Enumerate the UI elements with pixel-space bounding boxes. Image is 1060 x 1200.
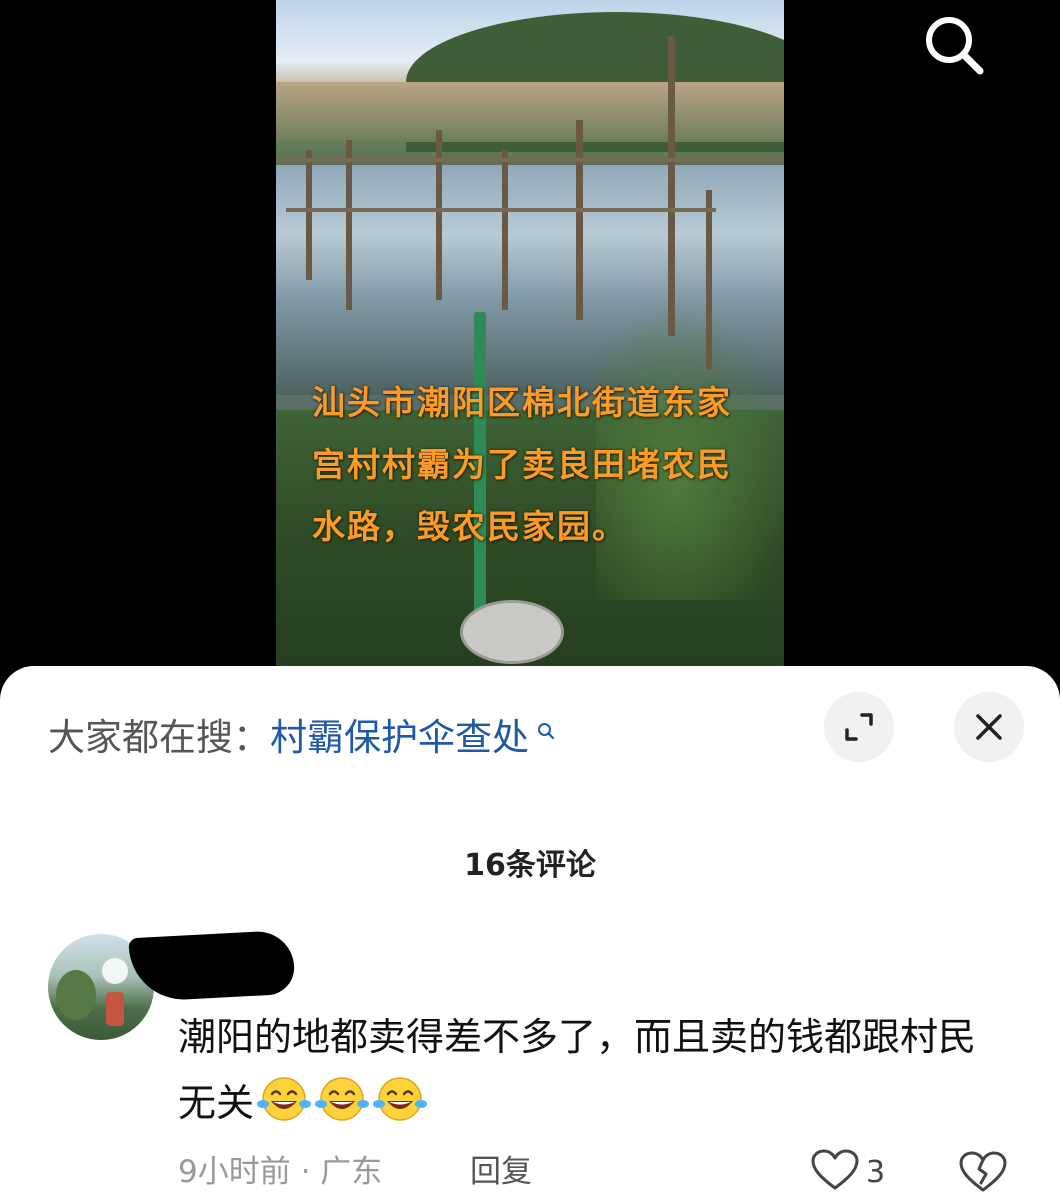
- hot-search-bar[interactable]: 大家都在搜：村霸保护伞查处: [48, 704, 555, 763]
- dislike-button[interactable]: [958, 1150, 1008, 1198]
- reply-button[interactable]: 回复: [470, 1146, 532, 1191]
- heart-icon: [810, 1148, 860, 1196]
- scene-bank: [276, 82, 784, 142]
- comments-count-title: 16条评论: [464, 848, 596, 883]
- expand-button[interactable]: [824, 692, 894, 762]
- like-count: 3: [866, 1154, 886, 1190]
- comment-body: 潮阳的地都卖得差不多了，而且卖的钱都跟村民无关: [178, 1004, 998, 1144]
- small-search-icon: [531, 717, 555, 741]
- avatar-detail: [106, 992, 124, 1026]
- hot-search-term[interactable]: 村霸保护伞查处: [270, 716, 529, 759]
- close-icon: [954, 714, 1024, 766]
- laughing-crying-emoji-icon: [372, 1074, 428, 1144]
- search-icon[interactable]: [918, 10, 992, 84]
- broken-heart-icon: [958, 1151, 1008, 1198]
- laughing-crying-emoji-icon: [314, 1074, 370, 1144]
- comment-time-location: 9小时前 · 广东: [178, 1154, 383, 1190]
- hot-search-prefix: 大家都在搜：: [48, 716, 270, 759]
- scene-pole: [436, 130, 442, 300]
- video-frame[interactable]: 汕头市潮阳区棉北街道东家宫村村霸为了卖良田堵农民水路，毁农民家园。: [276, 0, 784, 680]
- scene-pole: [576, 120, 583, 320]
- avatar-detail: [102, 958, 128, 984]
- comments-sheet: 大家都在搜：村霸保护伞查处 16条评论 潮阳的地都卖得差不多了，而且卖的钱都跟村…: [0, 666, 1060, 1200]
- scene-pole: [346, 140, 352, 310]
- scene-bucket: [460, 600, 564, 664]
- avatar-detail: [56, 970, 96, 1020]
- scene-pole: [502, 150, 508, 310]
- expand-icon: [824, 713, 894, 766]
- video-player[interactable]: 汕头市潮阳区棉北街道东家宫村村霸为了卖良田堵农民水路，毁农民家园。: [0, 0, 1060, 680]
- scene-rail: [286, 208, 716, 212]
- scene-pole: [706, 190, 712, 370]
- scene-rail: [276, 158, 784, 162]
- laughing-crying-emoji-icon: [256, 1074, 312, 1144]
- video-caption: 汕头市潮阳区棉北街道东家宫村村霸为了卖良田堵农民水路，毁农民家园。: [312, 383, 732, 546]
- scene-pole: [668, 36, 675, 336]
- like-button[interactable]: 3: [810, 1148, 886, 1196]
- close-button[interactable]: [954, 692, 1024, 762]
- scene-pole: [306, 150, 312, 280]
